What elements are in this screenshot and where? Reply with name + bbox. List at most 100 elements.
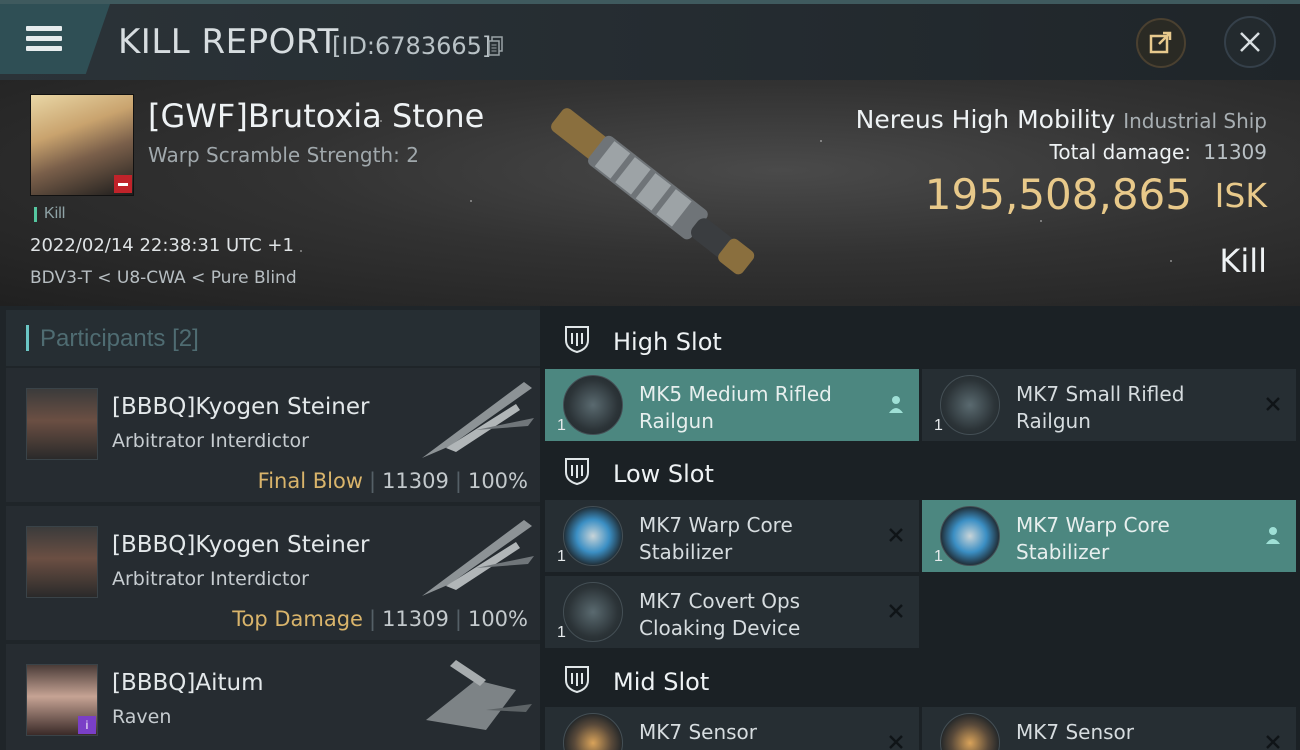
cloaking-device-icon bbox=[563, 582, 623, 642]
star bbox=[820, 140, 822, 142]
participant-name: [BBBQ]Kyogen Steiner bbox=[112, 394, 370, 420]
share-button[interactable] bbox=[1136, 18, 1186, 68]
close-icon bbox=[1240, 32, 1260, 52]
participants-title: Participants [2] bbox=[40, 325, 199, 353]
participant-damage: 11309 bbox=[382, 469, 449, 493]
fitting-item[interactable]: 1 MK7 Small Rifled Railgun bbox=[922, 369, 1296, 441]
total-damage-label: Total damage: bbox=[1049, 140, 1192, 164]
separator: | bbox=[368, 469, 377, 493]
participant-row[interactable]: [BBBQ]Kyogen Steiner Arbitrator Interdic… bbox=[6, 506, 540, 640]
kill-tag: Kill bbox=[44, 205, 66, 222]
page-title: KILL REPORT bbox=[118, 22, 339, 62]
destroyed-x-icon bbox=[1262, 731, 1284, 750]
participant-damage-percent: 100% bbox=[467, 607, 528, 631]
item-name: MK5 Medium Rifled Railgun bbox=[639, 382, 832, 433]
railgun-icon bbox=[940, 375, 1000, 435]
high-slot-icon bbox=[565, 326, 589, 354]
separator: | bbox=[454, 469, 462, 493]
kill-location[interactable]: BDV3-T < U8-CWA < Pure Blind bbox=[30, 268, 297, 288]
hamburger-icon-line bbox=[26, 36, 62, 41]
fitting-item[interactable]: MK7 Sensor bbox=[922, 707, 1296, 750]
destroyed-x-icon bbox=[1262, 393, 1284, 415]
slot-header-high: High Slot bbox=[544, 310, 1300, 368]
item-name: MK7 Small Rifled Railgun bbox=[1016, 382, 1185, 433]
item-quantity: 1 bbox=[557, 548, 566, 565]
dropped-person-icon bbox=[885, 393, 907, 415]
kill-datetime: 2022/02/14 22:38:31 UTC +1 bbox=[30, 235, 294, 256]
participant-ship-image bbox=[422, 382, 534, 458]
star bbox=[1040, 220, 1042, 222]
participant-name: [BBBQ]Aitum bbox=[112, 670, 264, 696]
item-quantity: 1 bbox=[934, 548, 943, 565]
participant-damage: 11309 bbox=[382, 607, 449, 631]
fitting-item[interactable]: 1 MK7 Warp Core Stabilizer bbox=[922, 500, 1296, 572]
separator: | bbox=[454, 607, 462, 631]
star bbox=[1170, 260, 1172, 262]
participants-header-marker bbox=[26, 325, 29, 351]
participant-role: Final Blow bbox=[257, 469, 363, 493]
participant-ship-image bbox=[426, 660, 532, 730]
slot-title: High Slot bbox=[613, 328, 722, 356]
info-badge-icon: i bbox=[78, 716, 96, 734]
mid-slot-icon bbox=[565, 666, 589, 694]
participant-ship: Arbitrator Interdictor bbox=[112, 430, 309, 452]
close-button[interactable] bbox=[1224, 16, 1276, 68]
item-name: MK7 Sensor bbox=[1016, 720, 1135, 744]
total-damage: Total damage: 11309 bbox=[1050, 140, 1267, 164]
item-quantity: 1 bbox=[557, 417, 566, 434]
fitting-item[interactable]: MK7 Sensor bbox=[545, 707, 919, 750]
participant-name: [BBBQ]Kyogen Steiner bbox=[112, 532, 370, 558]
slot-header-low: Low Slot bbox=[544, 442, 1300, 500]
participant-row[interactable]: i [BBBQ]Aitum Raven bbox=[6, 644, 540, 750]
slot-title: Low Slot bbox=[613, 460, 714, 488]
slot-title: Mid Slot bbox=[613, 668, 710, 696]
copy-icon[interactable] bbox=[488, 36, 504, 56]
railgun-icon bbox=[563, 375, 623, 435]
warp-core-stabilizer-icon bbox=[940, 506, 1000, 566]
hamburger-icon bbox=[26, 26, 62, 31]
participants-title-text: Participants bbox=[40, 325, 166, 352]
victim-ship-image bbox=[551, 108, 755, 275]
minus-badge-icon bbox=[114, 175, 132, 193]
participant-ship: Arbitrator Interdictor bbox=[112, 568, 309, 590]
slot-header-mid: Mid Slot bbox=[544, 650, 1300, 708]
star bbox=[470, 200, 472, 202]
item-quantity: 1 bbox=[934, 417, 943, 434]
dropped-person-icon bbox=[1262, 524, 1284, 546]
ship-name[interactable]: Nereus High Mobility Industrial Ship bbox=[856, 105, 1267, 134]
item-name: MK7 Warp Core Stabilizer bbox=[1016, 513, 1170, 564]
participant-row[interactable]: [BBBQ]Kyogen Steiner Arbitrator Interdic… bbox=[6, 368, 540, 502]
victim-name[interactable]: [GWF]Brutoxia Stone bbox=[148, 97, 484, 135]
sensor-icon bbox=[563, 713, 623, 750]
total-damage-value: 11309 bbox=[1203, 140, 1267, 164]
participant-avatar bbox=[26, 388, 98, 460]
participant-stats: Final Blow | 11309 | 100% bbox=[258, 469, 528, 493]
sensor-icon bbox=[940, 713, 1000, 750]
low-slot-icon bbox=[565, 458, 589, 486]
separator: | bbox=[368, 607, 377, 631]
destroyed-x-icon bbox=[885, 600, 907, 622]
item-quantity: 1 bbox=[557, 624, 566, 641]
participant-ship: Raven bbox=[112, 706, 172, 728]
kill-tag-marker bbox=[34, 207, 37, 222]
warp-scramble-strength: Warp Scramble Strength: 2 bbox=[148, 143, 419, 167]
ship-name-text: Nereus High Mobility bbox=[855, 105, 1116, 134]
destroyed-x-icon bbox=[885, 731, 907, 750]
participant-ship-image bbox=[422, 520, 534, 596]
item-name: MK7 Sensor bbox=[639, 720, 758, 744]
participant-stats: Top Damage | 11309 | 100% bbox=[232, 607, 528, 631]
report-id: [ID:6783665] bbox=[332, 32, 492, 60]
participant-damage-percent: 100% bbox=[467, 469, 528, 493]
item-name: MK7 Warp Core Stabilizer bbox=[639, 513, 793, 564]
item-name: MK7 Covert Ops Cloaking Device bbox=[639, 589, 801, 640]
fitting-item[interactable]: 1 MK7 Warp Core Stabilizer bbox=[545, 500, 919, 572]
participant-avatar bbox=[26, 526, 98, 598]
warp-core-stabilizer-icon bbox=[563, 506, 623, 566]
ship-class: Industrial Ship bbox=[1123, 109, 1267, 133]
fitting-item[interactable]: 1 MK5 Medium Rifled Railgun bbox=[545, 369, 919, 441]
fitting-item[interactable]: 1 MK7 Covert Ops Cloaking Device bbox=[545, 576, 919, 648]
star bbox=[300, 250, 302, 252]
isk-value: 195,508,865 bbox=[924, 170, 1192, 219]
destroyed-x-icon bbox=[885, 524, 907, 546]
kill-result: Kill bbox=[1219, 242, 1267, 280]
